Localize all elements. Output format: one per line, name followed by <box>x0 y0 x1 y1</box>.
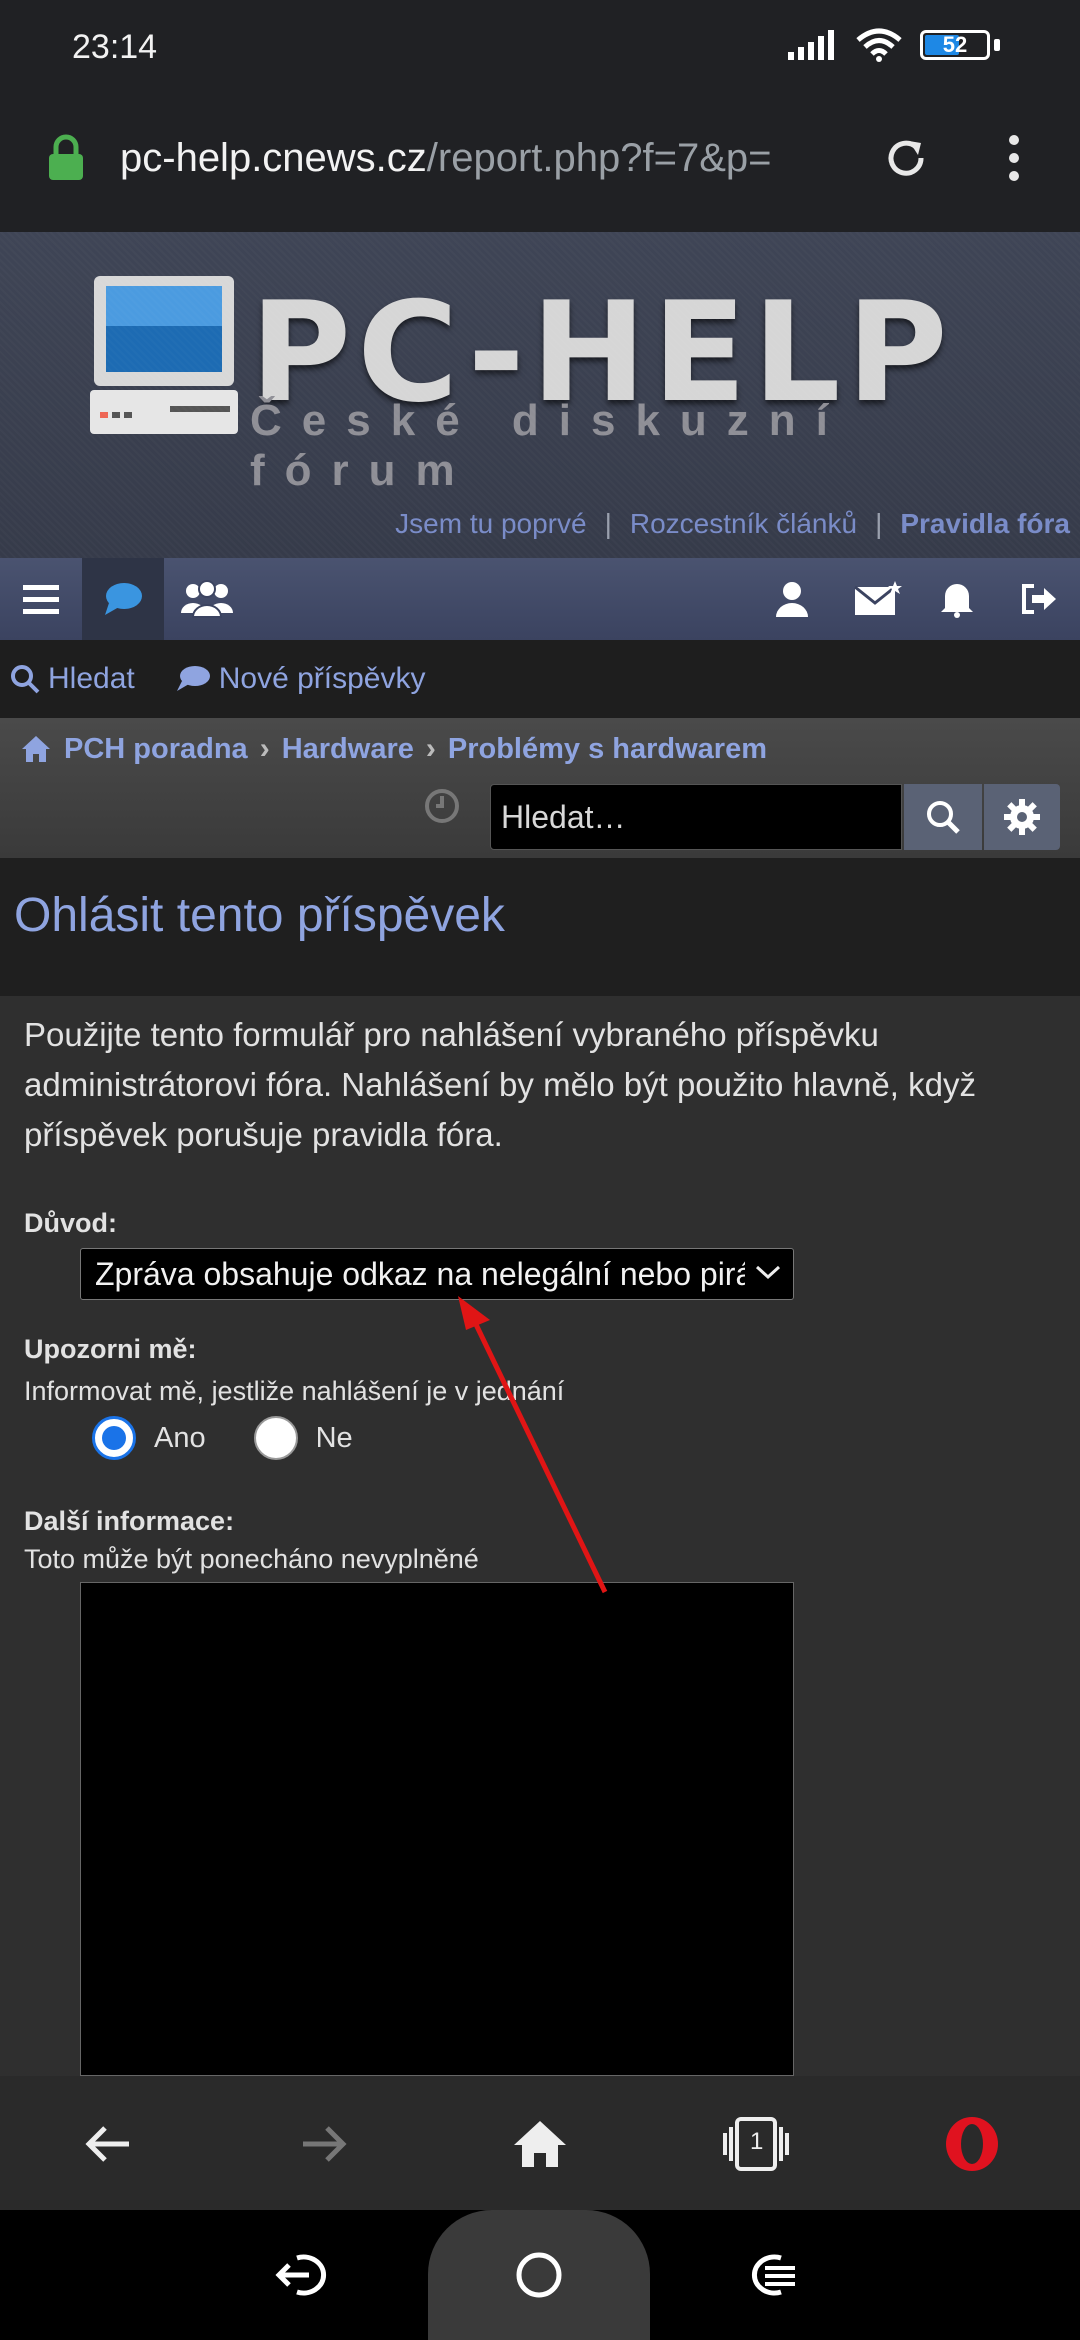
radio-yes[interactable] <box>92 1416 136 1460</box>
users-icon <box>181 580 233 618</box>
link-first-visit[interactable]: Jsem tu poprvé <box>395 508 586 540</box>
back-button[interactable] <box>70 2106 146 2182</box>
opera-logo-icon <box>946 2117 998 2171</box>
battery-tip <box>994 39 1000 51</box>
link-forum-rules[interactable]: Pravidla fóra <box>900 508 1070 540</box>
breadcrumb-item-pch-poradna[interactable]: PCH poradna <box>64 733 248 766</box>
notifications-button[interactable] <box>920 558 994 640</box>
notify-radio-group: Ano Ne <box>92 1416 401 1460</box>
radio-no-label[interactable]: Ne <box>316 1422 353 1455</box>
search-link[interactable]: Hledat <box>10 662 135 696</box>
envelope-icon <box>854 581 902 615</box>
search-icon <box>927 801 960 834</box>
logo-title: PC-HELP <box>250 272 954 433</box>
reason-select[interactable]: Zpráva obsahuje odkaz na nelegální nebo … <box>80 1248 794 1300</box>
logout-icon <box>1022 584 1056 614</box>
menu-icon <box>23 585 59 614</box>
radio-yes-label[interactable]: Ano <box>154 1422 206 1455</box>
page-title: Ohlásit tento příspěvek <box>14 889 505 942</box>
forum-navbar <box>0 558 1080 640</box>
battery-icon: 52 <box>920 30 990 60</box>
signal-icon <box>788 30 834 60</box>
page-title-bar: Ohlásit tento příspěvek <box>0 858 1080 996</box>
system-back-icon <box>275 2254 326 2296</box>
link-articles[interactable]: Rozcestník článků <box>630 508 857 540</box>
system-home-button[interactable] <box>504 2240 574 2310</box>
forum-tab[interactable] <box>82 558 164 640</box>
browser-bottom-bar: 1 <box>0 2076 1080 2210</box>
radio-no[interactable] <box>253 1416 298 1460</box>
reason-select-value: Zpráva obsahuje odkaz na nelegální nebo … <box>95 1255 745 1292</box>
status-bar: 23:14 52 <box>0 0 1080 100</box>
site-banner: PC-HELP České diskuzní fórum Jsem tu pop… <box>0 232 1080 558</box>
new-posts-link[interactable]: Nové příspěvky <box>175 662 426 696</box>
browser-menu-button[interactable] <box>990 126 1038 190</box>
reload-button[interactable] <box>874 126 938 190</box>
computer-logo-icon[interactable] <box>90 272 240 442</box>
battery-level: 52 <box>942 32 968 57</box>
status-icons: 52 <box>788 28 1000 62</box>
quick-links: Hledat Nové příspěvky <box>0 640 1080 718</box>
profile-button[interactable] <box>752 558 832 640</box>
chevron-right-icon: › <box>259 732 270 765</box>
members-button[interactable] <box>164 558 250 640</box>
chevron-right-icon: › <box>425 732 436 765</box>
chat-bubble-icon <box>105 583 142 615</box>
bell-icon <box>941 584 973 618</box>
opera-menu-button[interactable] <box>934 2106 1010 2182</box>
breadcrumb-item-hardware[interactable]: Hardware <box>282 733 414 766</box>
lock-icon <box>49 134 83 180</box>
clock-icon <box>425 789 459 823</box>
tabs-button[interactable]: 1 <box>718 2106 794 2182</box>
form-intro: Použijte tento formulář pro nahlášení vy… <box>24 1016 976 1153</box>
logout-button[interactable] <box>996 558 1080 640</box>
arrow-left-icon <box>85 2126 129 2162</box>
system-back-button[interactable] <box>270 2240 340 2310</box>
home-button[interactable] <box>502 2106 578 2182</box>
breadcrumb-item-problemy[interactable]: Problémy s hardwarem <box>448 733 767 766</box>
user-icon <box>776 582 808 617</box>
home-icon <box>514 2121 566 2167</box>
system-recents-button[interactable] <box>738 2240 808 2310</box>
messages-button[interactable] <box>838 558 918 640</box>
notify-label: Upozorni mě: <box>24 1334 197 1364</box>
report-form: Použijte tento formulář pro nahlášení vy… <box>0 996 1080 2076</box>
search-link-label: Hledat <box>48 662 135 695</box>
system-navigation-bar <box>0 2210 1080 2340</box>
url-text[interactable]: pc-help.cnews.cz/report.php?f=7&p= <box>120 136 860 181</box>
status-time: 23:14 <box>72 28 158 66</box>
url-path: /report.php?f=7&p= <box>426 136 772 180</box>
more-info-help: Toto může být ponecháno nevyplněné <box>24 1544 479 1574</box>
chevron-down-icon <box>755 1265 781 1280</box>
reload-icon <box>888 140 924 176</box>
forward-button[interactable] <box>286 2106 362 2182</box>
breadcrumb-bar: PCH poradna › Hardware › Problémy s hard… <box>0 718 1080 858</box>
search-input[interactable] <box>490 784 902 850</box>
advanced-search-button[interactable] <box>984 784 1060 850</box>
wifi-icon <box>856 28 902 62</box>
home-icon[interactable] <box>20 734 52 764</box>
hamburger-menu-button[interactable] <box>0 558 82 640</box>
search-icon <box>11 665 40 694</box>
reason-label: Důvod: <box>24 1208 117 1238</box>
breadcrumb: PCH poradna › Hardware › Problémy s hard… <box>20 732 767 766</box>
search-button[interactable] <box>904 784 982 850</box>
notify-help: Informovat mě, jestliže nahlášení je v j… <box>24 1376 565 1406</box>
new-posts-label: Nové příspěvky <box>218 662 426 695</box>
tab-count: 1 <box>750 2128 764 2155</box>
separator: | <box>604 508 612 539</box>
logo-subtitle: České diskuzní fórum <box>250 396 848 495</box>
arrow-right-icon <box>303 2126 347 2162</box>
banner-links: Jsem tu poprvé | Rozcestník článků | Pra… <box>395 508 1070 540</box>
separator: | <box>875 508 883 539</box>
gear-icon <box>1004 799 1040 835</box>
address-bar[interactable]: pc-help.cnews.cz/report.php?f=7&p= <box>0 100 1080 232</box>
circle-home-icon <box>516 2252 562 2298</box>
recents-icon <box>752 2254 795 2296</box>
more-info-textarea[interactable] <box>80 1582 794 2076</box>
comments-icon <box>176 666 210 691</box>
more-vert-icon <box>1009 135 1019 181</box>
more-info-label: Další informace: <box>24 1506 235 1536</box>
url-host: pc-help.cnews.cz <box>120 136 427 180</box>
